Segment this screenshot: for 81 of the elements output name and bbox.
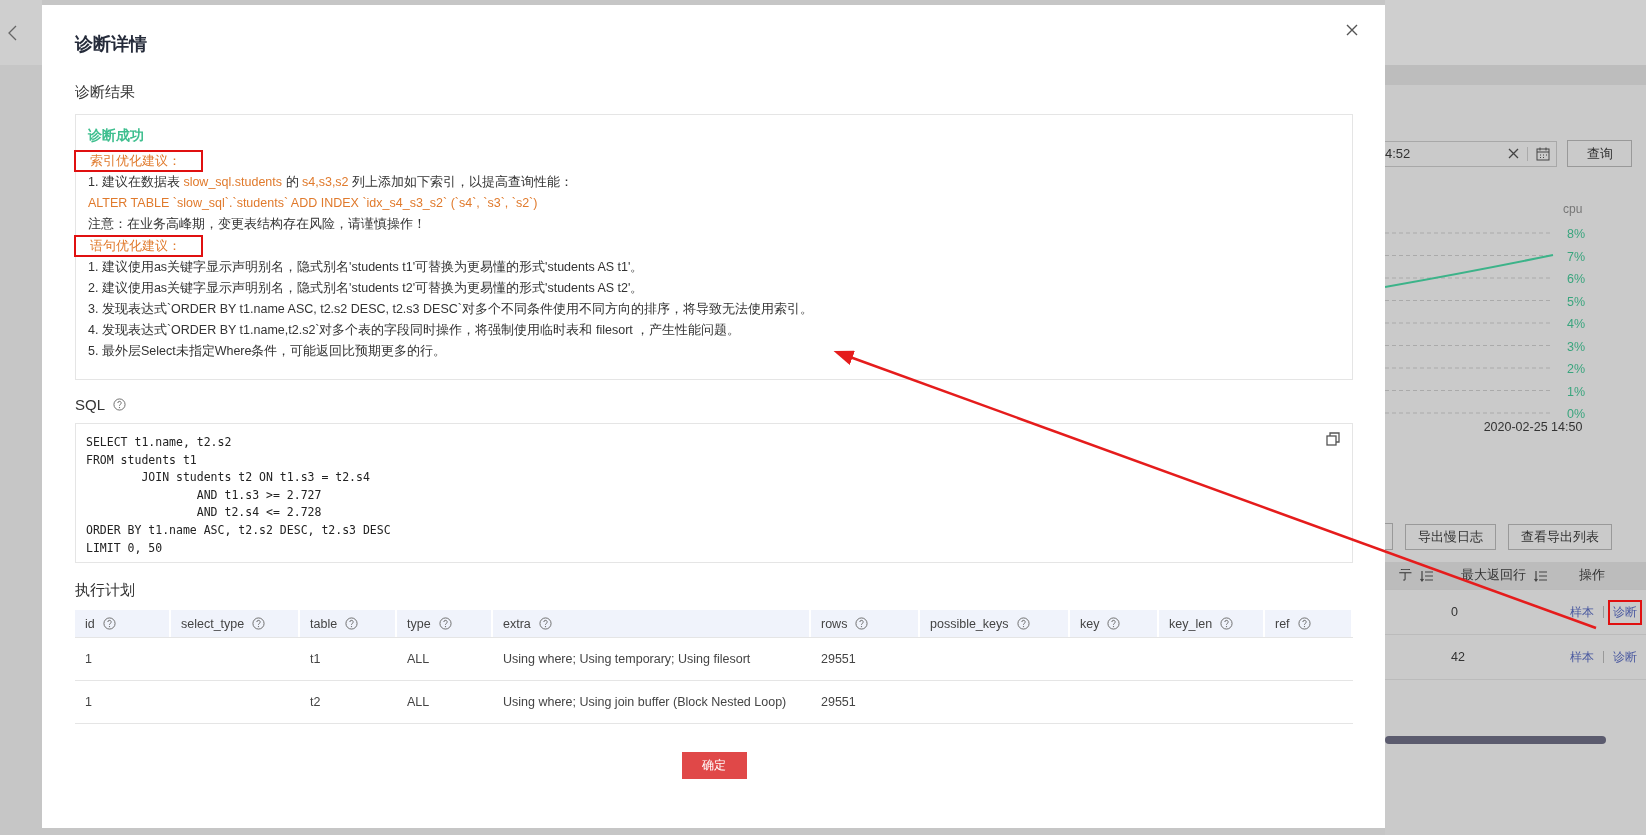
help-icon[interactable]	[1016, 617, 1030, 630]
help-icon[interactable]	[538, 617, 552, 630]
header-label: table	[310, 616, 338, 631]
advice-line: 1. 建议在数据表 slow_sql.students 的 s4,s3,s2 列上添加如下索引，以提高查询性能：	[88, 174, 575, 191]
tick-label: 0%	[1567, 407, 1586, 421]
date-label: 2020-02-25 14:50	[1483, 420, 1583, 434]
confirm-button[interactable]: 确定	[681, 752, 747, 779]
advice-line: 3. 发现表达式`ORDER BY t1.name ASC, t2.s2 DESC, t2.s3 DESC`对多个不同条件使用不同方向的排序，将导致无法使用索引。	[88, 301, 814, 318]
tick-label: 7%	[1567, 249, 1586, 264]
table-cell-text: t2	[309, 695, 322, 709]
help-icon[interactable]	[1297, 617, 1311, 630]
header-label: 亍	[1399, 567, 1412, 584]
sort-icon[interactable]	[1534, 569, 1547, 582]
clear-icon[interactable]	[1508, 148, 1519, 159]
advice-line: ALTER TABLE `slow_sql`.`students` ADD INDEX `idx_s4_s3_s2` (`s4`, `s3`, `s2`)	[88, 195, 539, 212]
header-label: 操作	[1579, 567, 1605, 584]
advice-line: 5. 最外层Select未指定Where条件，可能返回比预期更多的行。	[88, 343, 448, 360]
header-label: 最大返回行	[1461, 567, 1526, 584]
table-cell-text: 1	[84, 695, 93, 709]
tick-label: 4%	[1567, 317, 1586, 331]
help-icon[interactable]	[1220, 617, 1234, 630]
advice-heading: 语句优化建议：	[74, 235, 203, 257]
export-button[interactable]: 导出慢日志	[1405, 523, 1496, 550]
header-label: rows	[821, 616, 848, 631]
header-label: possible_keys	[930, 616, 1009, 631]
advice-line: 1. 建议使用as关键字显示声明别名，隐式别名'students t1'可替换为更易懂的形式'students AS t1'。	[88, 259, 645, 276]
partial-button[interactable]	[1385, 523, 1393, 550]
table-cell-text: ALL	[406, 652, 431, 666]
help-icon[interactable]	[102, 617, 116, 630]
action-link[interactable]: 样本	[1565, 644, 1599, 670]
tick-label: 6%	[1567, 272, 1586, 286]
help-icon[interactable]	[1107, 617, 1121, 630]
back-icon[interactable]	[8, 24, 17, 41]
copy-button[interactable]	[1326, 432, 1342, 448]
header-label: extra	[503, 616, 531, 631]
table-cell-text: 1	[84, 652, 93, 666]
section-heading: 执行计划	[75, 581, 135, 600]
table-cell-text: 29551	[820, 695, 857, 709]
advice-line: 4. 发现表达式`ORDER BY t1.name,t2.s2`对多个表的字段同时操作，将强制使用临时表和 filesort ，产生性能问题。	[88, 322, 742, 339]
sql-code: SELECT t1.name, t2.s2 FROM students t1 JOIN students t2 ON t1.s3 = t2.s4 AND t1.s3 >= 2.727 AND t2.s4 <= 2.728 ORDER BY t1.name ASC, t2.s2 DESC, t2.s3 DESC LIMIT 0, 50	[86, 434, 391, 557]
sort-icon[interactable]	[1420, 569, 1433, 582]
header-label: key	[1080, 616, 1100, 631]
advice-line: 注意：在业务高峰期，变更表结构存在风险，请谨慎操作！	[88, 216, 427, 233]
help-icon[interactable]	[252, 617, 266, 630]
tick-label: 1%	[1567, 384, 1586, 399]
table-cell-text: t1	[309, 652, 322, 666]
header-label: key_len	[1169, 616, 1213, 631]
tick-label: 3%	[1567, 339, 1586, 354]
export-button[interactable]: 查看导出列表	[1508, 523, 1612, 550]
field-value: 4:52	[1385, 146, 1412, 161]
advice-heading: 索引优化建议：	[74, 150, 203, 172]
header-label: id	[85, 616, 95, 631]
action-link[interactable]: 诊断	[1608, 644, 1642, 670]
table-cell-text: Using where; Using join buffer (Block Nested Loop)	[502, 695, 788, 709]
table-cell-text: 0	[1450, 605, 1459, 619]
tick-label: 5%	[1567, 294, 1586, 309]
axis-label: cpu	[1563, 202, 1583, 216]
dialog-title: 诊断详情	[75, 33, 147, 56]
section-heading: 诊断结果	[75, 83, 135, 102]
action-link[interactable]: 诊断	[1608, 599, 1642, 625]
table-cell-text: ALL	[406, 695, 431, 709]
table-cell-text: Using where; Using temporary; Using filesort	[502, 652, 752, 666]
action-link[interactable]: 样本	[1565, 599, 1599, 625]
table-cell-text: 29551	[820, 652, 857, 666]
help-icon[interactable]	[345, 617, 359, 630]
tick-label: 2%	[1567, 362, 1586, 376]
date-field[interactable]: 4:52	[1385, 140, 1557, 167]
query-button[interactable]: 查询	[1567, 140, 1632, 167]
table-cell-text: 42	[1450, 650, 1466, 664]
status-text: 诊断成功	[88, 127, 145, 145]
calendar-icon[interactable]	[1536, 146, 1550, 161]
advice-line: 2. 建议使用as关键字显示声明别名，隐式别名'students t2'可替换为更易懂的形式'students AS t2'。	[88, 280, 645, 297]
header-label: type	[407, 616, 431, 631]
help-icon[interactable]	[438, 617, 452, 630]
tick-label: 8%	[1567, 227, 1586, 241]
section-heading: SQL	[75, 396, 105, 413]
help-icon[interactable]	[855, 617, 869, 630]
scrollbar[interactable]	[1385, 736, 1606, 744]
header-label: select_type	[181, 616, 245, 631]
header-label: ref	[1275, 616, 1290, 631]
help-icon[interactable]	[113, 398, 126, 411]
